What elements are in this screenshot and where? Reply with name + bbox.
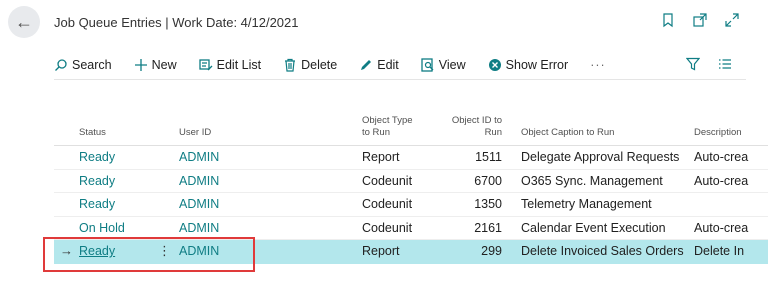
user-id-cell[interactable]: ADMIN	[179, 174, 219, 188]
edit-list-label: Edit List	[216, 57, 262, 72]
status-cell[interactable]: Ready	[79, 197, 115, 211]
col-object-type-line2: to Run	[362, 127, 390, 138]
object-id-cell: 1350	[474, 197, 502, 211]
view-icon	[421, 57, 434, 72]
description-cell: Auto-crea	[694, 150, 749, 164]
table-header: Status User ID Object Type to Run Object…	[54, 110, 768, 146]
bookmark-icon[interactable]	[660, 12, 676, 28]
trash-icon	[285, 58, 296, 72]
user-id-cell[interactable]: ADMIN	[179, 221, 219, 235]
delete-label: Delete	[301, 57, 338, 72]
col-user-id[interactable]: User ID	[179, 127, 211, 139]
object-type-cell: Codeunit	[362, 173, 413, 188]
list-view-icon[interactable]	[718, 57, 732, 71]
status-cell[interactable]: Ready	[79, 150, 115, 164]
search-button[interactable]: Search	[54, 58, 112, 72]
col-description[interactable]: Description	[694, 127, 754, 139]
caption-cell: Delegate Approval Requests	[521, 150, 680, 164]
edit-label: Edit	[377, 57, 399, 72]
highlight-box	[43, 237, 255, 272]
filter-icon[interactable]	[686, 57, 700, 71]
caption-cell: Calendar Event Execution	[521, 220, 666, 235]
back-button[interactable]: ←	[8, 6, 40, 38]
pencil-icon	[361, 59, 372, 70]
new-button[interactable]: New	[134, 58, 177, 72]
more-icon: ···	[590, 57, 606, 72]
col-object-type[interactable]: Object Type to Run	[362, 115, 413, 139]
description-cell: Auto-crea	[694, 173, 749, 188]
status-cell[interactable]: On Hold	[79, 221, 125, 235]
caption-cell: Delete Invoiced Sales Orders	[521, 244, 684, 258]
object-id-cell: 6700	[474, 173, 502, 188]
status-cell[interactable]: Ready	[79, 174, 115, 188]
table-row[interactable]: Ready ADMIN Codeunit 6700 O365 Sync. Man…	[54, 170, 768, 193]
edit-button[interactable]: Edit	[359, 58, 399, 72]
edit-list-button[interactable]: Edit List	[198, 57, 262, 72]
action-bar: Search New Edit List Delete Edit View Sh…	[54, 50, 746, 80]
object-type-cell: Report	[362, 244, 400, 258]
table-row[interactable]: Ready ADMIN Codeunit 1350 Telemetry Mana…	[54, 193, 768, 217]
show-error-label: Show Error	[505, 57, 569, 72]
new-label: New	[151, 57, 177, 72]
object-id-cell: 1511	[475, 150, 502, 164]
search-icon	[55, 58, 67, 71]
col-object-id-line1: Object ID to	[451, 115, 502, 126]
edit-list-icon	[198, 58, 213, 70]
delete-button[interactable]: Delete	[283, 58, 337, 72]
view-button[interactable]: View	[421, 58, 466, 72]
object-type-cell: Codeunit	[362, 220, 413, 235]
plus-icon	[134, 58, 147, 71]
table-row[interactable]: Ready ADMIN Report 1511 Delegate Approva…	[54, 146, 768, 170]
col-status[interactable]: Status	[79, 127, 106, 139]
object-id-cell: 2161	[474, 220, 502, 235]
page-header: ← Job Queue Entries | Work Date: 4/12/20…	[0, 0, 768, 48]
search-label: Search	[72, 57, 112, 72]
back-arrow-icon: ←	[15, 11, 33, 32]
caption-cell: O365 Sync. Management	[521, 173, 663, 188]
error-icon	[488, 58, 501, 71]
view-label: View	[438, 57, 466, 72]
more-options-button[interactable]: ···	[590, 58, 606, 72]
caption-cell: Telemetry Management	[521, 197, 652, 211]
toolbar-right	[686, 57, 732, 71]
user-id-cell[interactable]: ADMIN	[179, 197, 219, 211]
description-cell: Auto-crea	[694, 220, 749, 235]
show-error-button[interactable]: Show Error	[488, 57, 569, 72]
open-new-window-icon[interactable]	[692, 12, 708, 28]
object-type-cell: Report	[362, 150, 400, 164]
col-caption[interactable]: Object Caption to Run	[521, 127, 614, 139]
description-cell: Delete In	[694, 244, 745, 258]
object-type-cell: Codeunit	[362, 197, 413, 211]
header-actions	[660, 12, 740, 28]
object-id-cell: 299	[481, 244, 502, 258]
col-object-type-line1: Object Type	[362, 115, 413, 126]
col-object-id-line2: Run	[484, 127, 502, 138]
expand-icon[interactable]	[724, 12, 740, 28]
user-id-cell[interactable]: ADMIN	[179, 150, 219, 164]
page-title: Job Queue Entries | Work Date: 4/12/2021	[54, 15, 299, 30]
col-object-id[interactable]: Object ID to Run	[439, 115, 502, 139]
